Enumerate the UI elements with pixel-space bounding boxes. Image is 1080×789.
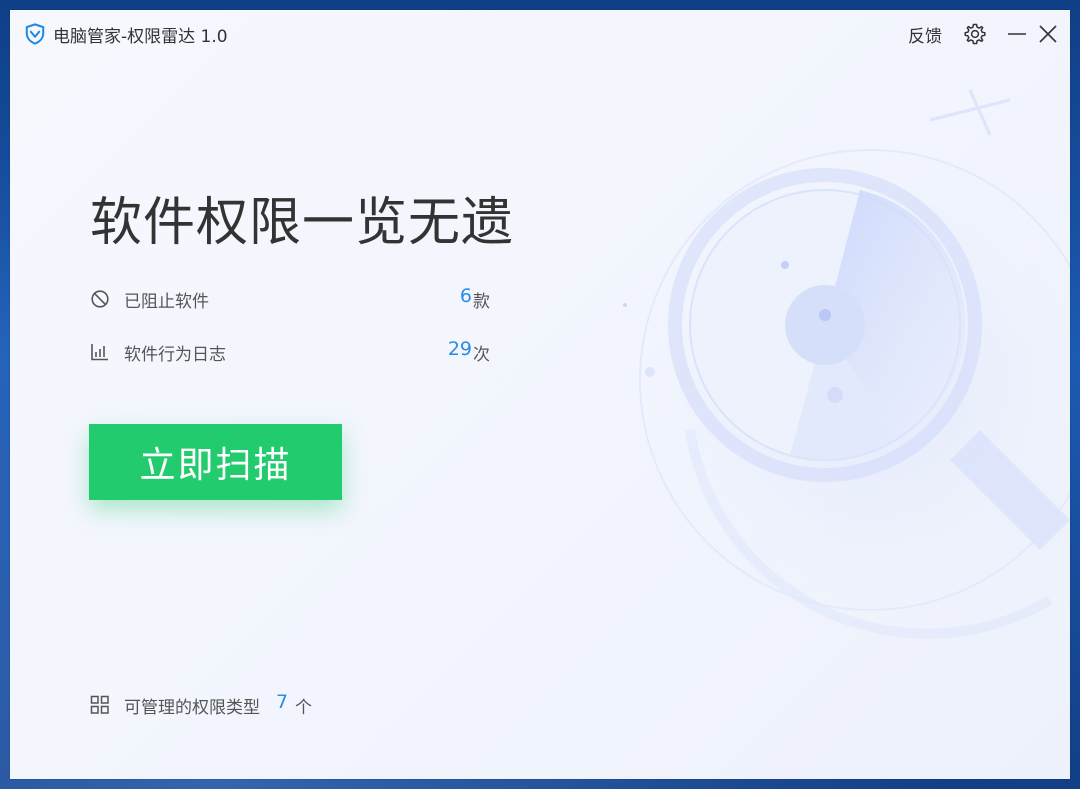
chart-icon: [91, 344, 108, 361]
radar-illustration: [620, 89, 1070, 639]
footer-unit: 个: [295, 698, 312, 718]
footer-count: 7: [276, 691, 289, 713]
stat-label: 已阻止软件: [124, 292, 209, 312]
stat-label: 软件行为日志: [124, 345, 226, 365]
shield-logo-icon: [25, 23, 45, 45]
window-title: 电脑管家-权限雷达 1.0: [53, 27, 228, 47]
close-icon[interactable]: [1036, 22, 1060, 46]
footer-label: 可管理的权限类型: [124, 698, 260, 718]
grid-icon: [90, 695, 109, 714]
hero-headline: 软件权限一览无遗: [90, 193, 515, 253]
title-bar[interactable]: 电脑管家-权限雷达 1.0 反馈: [10, 10, 1070, 58]
minimize-icon[interactable]: [1005, 22, 1029, 46]
stat-value: 6: [459, 285, 472, 307]
gear-icon[interactable]: [963, 22, 987, 46]
stat-unit: 款: [473, 292, 490, 312]
permission-types-footer[interactable]: 可管理的权限类型 7 个: [90, 691, 490, 719]
stat-value: 29: [447, 338, 472, 360]
stat-unit: 次: [473, 345, 490, 365]
feedback-link[interactable]: 反馈: [908, 22, 942, 47]
stat-behavior-log[interactable]: 软件行为日志 29 次: [90, 338, 490, 367]
block-icon: [91, 290, 109, 308]
app-window: 电脑管家-权限雷达 1.0 反馈 软件权限一览无遗 已阻止软件 6 款 软件行为…: [10, 10, 1070, 779]
stat-blocked-software[interactable]: 已阻止软件 6 款: [90, 285, 490, 314]
scan-now-button[interactable]: 立即扫描: [89, 424, 342, 500]
